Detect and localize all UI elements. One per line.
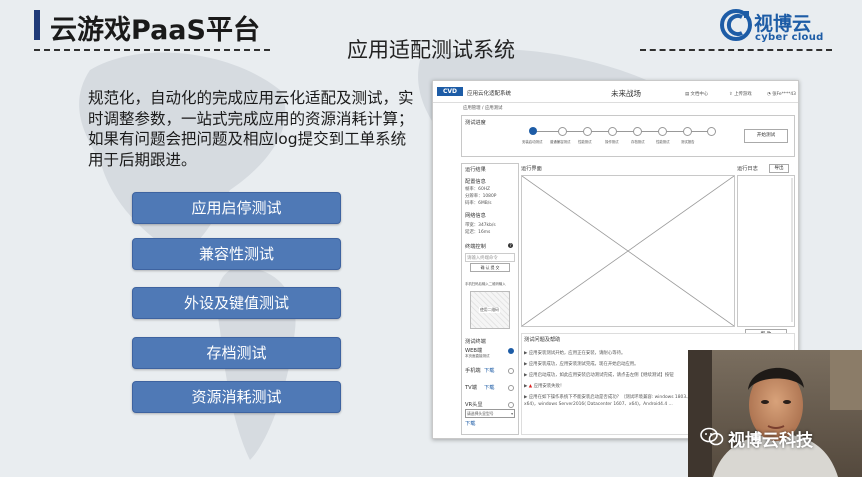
- mock-input-title: 终端控制: [465, 244, 486, 250]
- mock-run-screen: [521, 175, 735, 327]
- presenter-photo: [688, 350, 862, 477]
- progress-step-current: [529, 127, 537, 135]
- mock-run-log-title: 运行日志: [737, 166, 758, 172]
- progress-step-label: 性能测试: [656, 140, 670, 144]
- mock-config-line: 分辨率：1080P: [465, 194, 497, 199]
- mock-mobile-download-link[interactable]: 下载: [484, 367, 494, 374]
- resource-usage-test-button[interactable]: 资源消耗测试: [132, 381, 341, 413]
- mock-network-title: 网络信息: [465, 213, 486, 219]
- mock-progress-panel: 测试进度 安装启动测试 普通兼容测试 性能测试 操作测试 存档测试 性能测试 测…: [461, 115, 795, 157]
- image-placeholder-icon: [522, 176, 734, 326]
- mock-qr-hint: 手机扫码后输入二维码输入: [465, 282, 506, 286]
- mock-config-title: 配置信息: [465, 179, 486, 185]
- mock-doc-center-label: 文档中心: [690, 92, 709, 97]
- compatibility-test-button[interactable]: 兼容性测试: [132, 238, 341, 270]
- mock-topbar-divider: [433, 102, 798, 103]
- mock-breadcrumb: 应用管理 / 应用测试: [463, 106, 503, 111]
- mock-terminal-web-sub: 本页面直接测试: [465, 354, 490, 358]
- progress-step: [583, 127, 592, 136]
- mock-tv-download-link[interactable]: 下载: [484, 384, 494, 391]
- progress-step: [558, 127, 567, 136]
- progress-step-label: 存档测试: [631, 140, 645, 144]
- mock-doc-center-link[interactable]: ▤ 文档中心: [685, 91, 708, 97]
- progress-step-label: 操作测试: [605, 140, 619, 144]
- feedback-text: 应用安装失败！: [533, 384, 565, 389]
- progress-step: [633, 127, 642, 136]
- mock-game-name: 未来战场: [611, 89, 641, 98]
- mock-run-result-panel: 运行结果 配置信息 帧率：60HZ 分辨率：1080P 码率：6MB/s 网络信…: [461, 163, 519, 435]
- mock-user-name: 张Fe****43: [772, 92, 796, 97]
- startup-test-button[interactable]: 应用启停测试: [132, 192, 341, 224]
- save-test-button[interactable]: 存档测试: [132, 337, 341, 369]
- caret-down-icon: ▾: [511, 411, 513, 416]
- mock-config-line: 帧率：60HZ: [465, 187, 491, 192]
- mock-terminal-mobile: 手机端: [465, 368, 481, 374]
- progress-step-label: 测试报告: [681, 140, 695, 144]
- terminal-tv-radio[interactable]: [508, 385, 514, 391]
- mock-submit-button[interactable]: 确 认 提 交: [470, 263, 510, 272]
- mock-terminal-vr: VR头显: [465, 402, 483, 408]
- mock-user-menu[interactable]: ◔ 张Fe****43: [767, 91, 796, 97]
- mock-network-line: 带宽：347kb/s: [465, 223, 496, 228]
- mock-app-title: 应用云化适配系统: [467, 91, 512, 97]
- terminal-web-radio[interactable]: [508, 348, 514, 354]
- progress-step: [683, 127, 692, 136]
- log-scrollbar[interactable]: [791, 178, 793, 322]
- mock-run-result-title: 运行结果: [465, 167, 486, 173]
- mock-vr-select[interactable]: 请选择头显型号 ▾: [465, 409, 515, 418]
- mock-command-placeholder: 请输入终端命令: [467, 256, 498, 261]
- mock-terminal-tv: TV端: [465, 385, 477, 391]
- mock-progress-title: 测试进度: [465, 120, 486, 126]
- mock-config-line: 码率：6MB/s: [465, 201, 492, 206]
- mock-export-button[interactable]: 导出: [769, 164, 789, 173]
- peripheral-key-test-button[interactable]: 外设及键值测试: [132, 287, 341, 319]
- mock-vr-download-link[interactable]: 下载: [465, 420, 475, 427]
- system-description: 规范化，自动化的完成应用云化适配及测试，实时调整参数，一站式完成应用的资源消耗计…: [88, 89, 414, 169]
- terminal-vr-radio[interactable]: [508, 402, 514, 408]
- mock-vr-select-value: 请选择头显型号: [467, 411, 494, 416]
- progress-step-label: 普通兼容测试: [550, 140, 571, 144]
- progress-step: [658, 127, 667, 136]
- progress-step-label: 性能测试: [578, 140, 592, 144]
- feedback-text: 应用启动成功，如此应用安装启动测试完成，请点击左侧【继续测试】按钮: [528, 373, 674, 378]
- mock-qr-box: 使用二维码: [470, 291, 510, 329]
- progress-step: [707, 127, 716, 136]
- mock-terminal-web: WEB端: [465, 348, 483, 354]
- logo-name-en: cyber cloud: [755, 32, 824, 43]
- cybercloud-logo: 视博云 cyber cloud: [720, 8, 830, 44]
- mock-feedback-title: 测试问题及帮助: [524, 337, 561, 343]
- logo-mark-icon: [720, 9, 752, 41]
- watermark-text: 视博云科技: [728, 431, 813, 451]
- mock-command-input[interactable]: 请输入终端命令: [465, 253, 515, 262]
- mock-upload-label: 上传游戏: [734, 92, 752, 97]
- feedback-item: ▶ 应用在如下操作系统下不能安装启动是否成功？（测试环境兼容: windows …: [524, 394, 704, 408]
- mock-network-line: 延迟：16ms: [465, 230, 491, 235]
- feedback-text: 应用安装测试开始，应用正在安装，请耐心等待。: [528, 351, 626, 356]
- mock-start-test-button[interactable]: 开始测试: [744, 129, 788, 143]
- feedback-text: 应用在如下操作系统下不能安装启动是否成功？（测试环境兼容: windows 18…: [524, 395, 691, 407]
- mock-logo: CVD: [437, 87, 463, 96]
- mock-run-screen-title: 运行界面: [521, 166, 542, 172]
- feedback-text: 应用安装成功，应用安装测试完成，现在开始启动应用。: [528, 362, 639, 367]
- mock-qr-label: 使用二维码: [479, 307, 500, 313]
- progress-step-label: 安装启动测试: [522, 140, 543, 144]
- wechat-icon: [700, 427, 724, 446]
- info-icon[interactable]: ?: [508, 243, 513, 248]
- presenter-video-feed: [688, 350, 862, 477]
- progress-step: [608, 127, 617, 136]
- mock-run-log: [737, 175, 795, 327]
- mock-terminal-title: 测试终端: [465, 339, 486, 345]
- terminal-mobile-radio[interactable]: [508, 368, 514, 374]
- mock-upload-link[interactable]: ⇪ 上传游戏: [729, 91, 752, 97]
